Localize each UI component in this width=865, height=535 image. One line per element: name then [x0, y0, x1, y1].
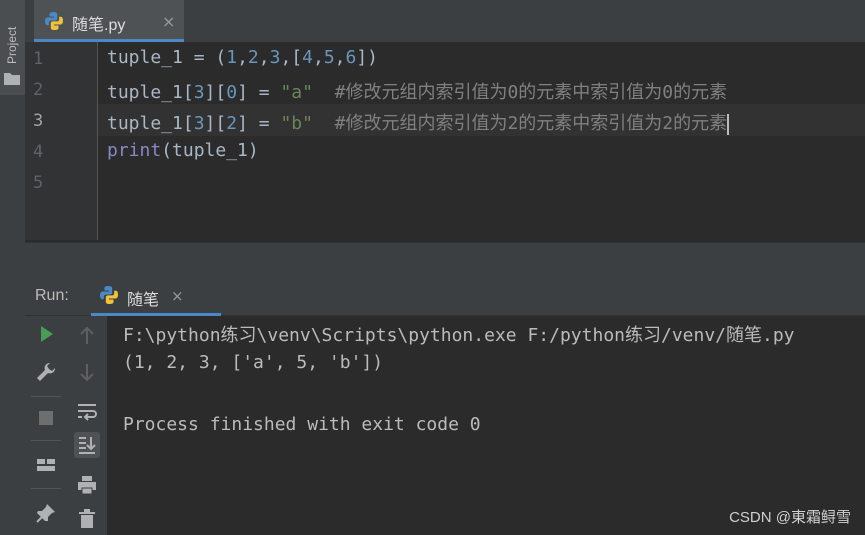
line-number: 3 — [33, 111, 44, 131]
arrow-up-icon[interactable] — [74, 323, 100, 349]
run-panel-header: Run: 随笔 × — [25, 276, 865, 316]
code-token: (tuple_1) — [161, 140, 259, 161]
stop-icon[interactable] — [33, 405, 59, 431]
code-number: 1 — [226, 47, 238, 68]
arrow-down-icon[interactable] — [74, 359, 100, 385]
code-line-3: tuple_1[3][2] = "b" #修改元组内索引值为2的元素中索引值为2… — [107, 109, 730, 135]
trash-icon[interactable] — [74, 506, 100, 532]
run-toolbar-primary — [25, 316, 68, 535]
console-line: (1, 2, 3, ['a', 5, 'b']) — [123, 352, 384, 373]
scroll-to-end-icon[interactable] — [74, 432, 100, 458]
run-console-output[interactable]: F:\python练习\venv\Scripts\python.exe F:/p… — [107, 316, 865, 535]
layout-icon[interactable] — [33, 452, 59, 478]
console-line: F:\python练习\venv\Scripts\python.exe F:/p… — [123, 325, 795, 346]
code-string: "b" — [280, 113, 313, 134]
code-line-1: tuple_1 = (1,2,3,[4,5,6]) — [107, 47, 378, 68]
code-token: ,[ — [280, 47, 303, 68]
watermark-text: CSDN @東霜鲟雪 — [729, 509, 851, 526]
editor-run-splitter[interactable] — [25, 242, 865, 277]
code-token: ][ — [204, 113, 227, 134]
console-line: Process finished with exit code 0 — [123, 414, 481, 435]
editor-file-name: 随笔.py — [72, 17, 126, 34]
code-token: , — [237, 47, 248, 68]
line-number-gutter: 1 2 3 4 5 — [25, 42, 98, 240]
code-number: 2 — [226, 113, 238, 134]
line-number: 2 — [33, 80, 44, 100]
python-run-icon — [100, 286, 118, 304]
code-token: , — [312, 47, 324, 68]
run-config-tab[interactable]: 随笔 × — [91, 276, 221, 316]
code-number: 3 — [269, 47, 281, 68]
run-panel-label: Run: — [35, 287, 69, 304]
code-number: 3 — [193, 113, 205, 134]
close-tab-icon[interactable]: × — [162, 12, 175, 31]
code-number: 2 — [247, 47, 259, 68]
line-number: 4 — [33, 142, 44, 162]
toolbar-separator — [31, 488, 61, 489]
close-run-tab-icon[interactable]: × — [171, 287, 184, 305]
pin-icon[interactable] — [33, 500, 59, 526]
code-string: "a" — [280, 82, 313, 103]
run-tab-name: 随笔 — [127, 292, 160, 309]
code-token: tuple_1[ — [107, 113, 194, 134]
text-caret — [727, 113, 730, 135]
code-token: ][ — [204, 82, 227, 103]
code-number: 0 — [226, 82, 238, 103]
editor-file-tab[interactable]: 随笔.py × — [34, 0, 184, 42]
run-toolbar-secondary — [67, 316, 108, 535]
code-editor[interactable]: 1 2 3 4 5 tuple_1 = (1,2,3,[4,5,6]) tupl… — [25, 42, 865, 242]
play-icon[interactable] — [33, 321, 59, 347]
print-icon[interactable] — [74, 472, 100, 498]
code-token: ]) — [356, 47, 379, 68]
line-number: 5 — [33, 173, 44, 193]
code-number: 6 — [345, 47, 357, 68]
code-number: 4 — [302, 47, 313, 68]
folder-icon — [4, 73, 20, 85]
code-builtin: print — [107, 140, 162, 161]
code-token: tuple_1 = ( — [107, 47, 227, 68]
soft-wrap-icon[interactable] — [74, 398, 100, 424]
toolbar-separator — [31, 440, 61, 441]
python-file-icon — [45, 12, 63, 30]
code-token: , — [258, 47, 270, 68]
code-token: ] = — [237, 82, 281, 103]
project-tool-tab[interactable]: Project — [0, 0, 25, 95]
code-token: tuple_1[ — [107, 82, 194, 103]
editor-tab-bar: 随笔.py × — [25, 0, 865, 43]
toolbar-separator — [31, 396, 61, 397]
left-tool-strip: Project — [0, 0, 26, 535]
code-comment: #修改元组内索引值为2的元素中索引值为2的元素 — [312, 113, 728, 134]
code-comment: #修改元组内索引值为0的元素中索引值为0的元素 — [312, 82, 728, 103]
code-token: ] = — [237, 113, 281, 134]
code-number: 3 — [193, 82, 205, 103]
code-number: 5 — [323, 47, 335, 68]
code-token: , — [334, 47, 346, 68]
code-line-4: print(tuple_1) — [107, 140, 259, 161]
wrench-icon[interactable] — [33, 359, 59, 385]
line-number: 1 — [33, 49, 44, 69]
code-line-2: tuple_1[3][0] = "a" #修改元组内索引值为0的元素中索引值为0… — [107, 78, 727, 104]
project-tab-label: Project — [5, 26, 19, 64]
